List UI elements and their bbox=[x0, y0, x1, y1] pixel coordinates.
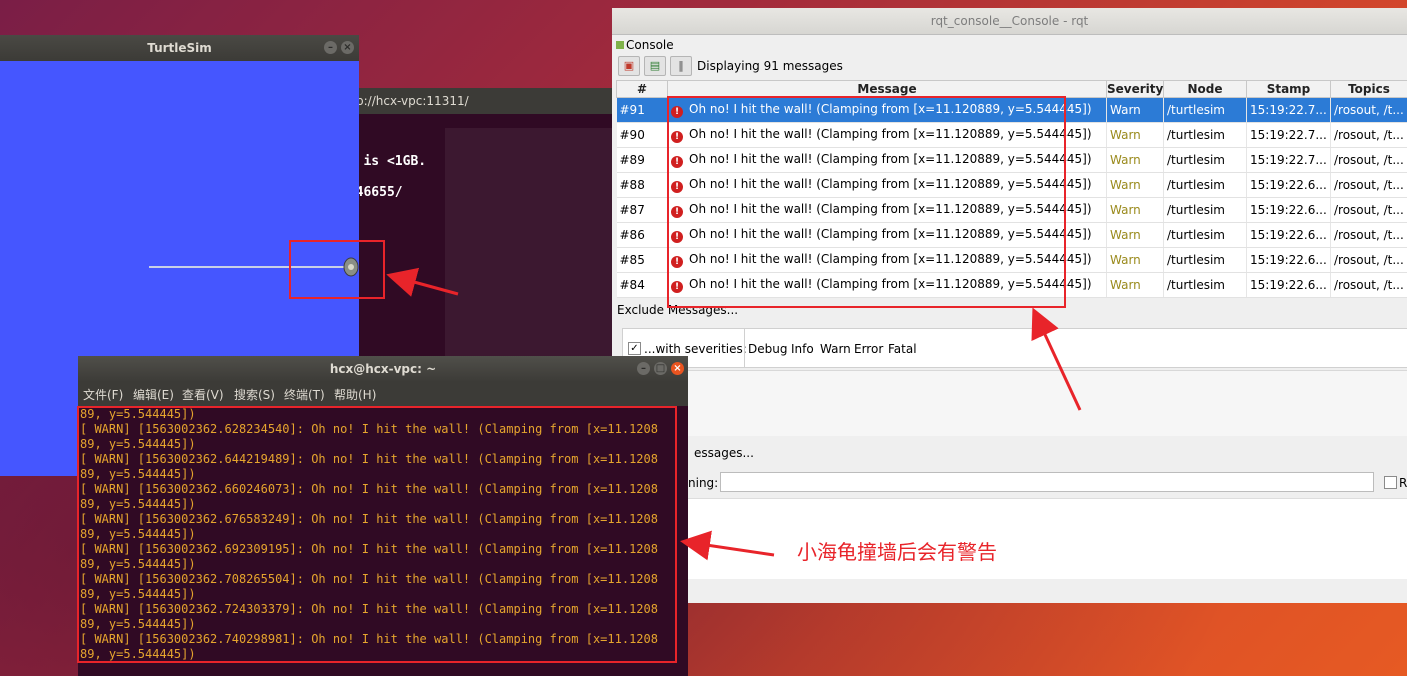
arrow-to-terminal bbox=[680, 530, 775, 561]
annotation-caption: 小海龟撞墙后会有警告 bbox=[797, 540, 997, 564]
arrow-to-rqt-messages bbox=[1031, 307, 1082, 411]
arrow-to-turtle bbox=[386, 267, 459, 297]
annotation-arrows bbox=[386, 267, 1082, 561]
